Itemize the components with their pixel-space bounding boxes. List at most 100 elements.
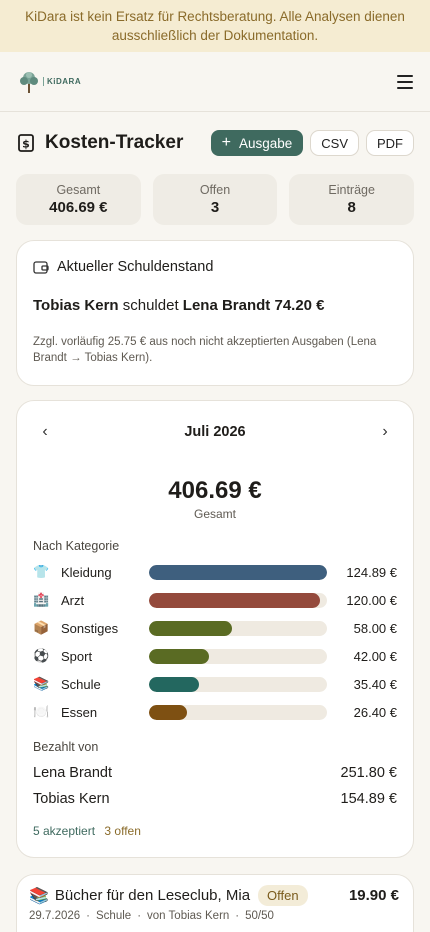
category-amount: 42.00 € (353, 648, 397, 664)
category-icon: 👕 (33, 564, 50, 579)
category-label: Kleidung (61, 564, 112, 580)
accepted-count[interactable]: 5 akzeptiert (33, 824, 95, 838)
disclaimer-banner: KiDara ist kein Ersatz für Rechtsberatun… (0, 0, 430, 52)
category-bar (149, 676, 200, 692)
entry-date: 29.7.2026 (29, 910, 81, 922)
category-row: 🏥 Arzt 120.00 € (33, 586, 397, 614)
bar-track (149, 676, 327, 692)
wallet-icon (33, 261, 49, 274)
payer-name: Tobias Kern (33, 791, 110, 807)
top-bar: KiDARA (0, 52, 430, 112)
bar-track (149, 592, 327, 608)
entry-title: Bücher für den Leseclub, Mia (54, 887, 251, 904)
payer-name: Lena Brandt (33, 765, 113, 781)
stat-value: 406.69 € (49, 199, 108, 216)
stat-value: 3 (210, 199, 220, 216)
monthly-summary-card: ‹ Juli 2026 › 406.69 € Gesamt Nach Kateg… (16, 400, 414, 858)
category-row: 🍽️ Essen 26.40 € (33, 698, 397, 726)
debtor-name: Tobias Kern (33, 297, 119, 314)
svg-text:$: $ (22, 138, 30, 151)
open-count[interactable]: 3 offen (104, 824, 140, 838)
csv-export-button[interactable]: CSV (310, 130, 359, 156)
category-label: Schule (61, 676, 101, 692)
category-icon: 🍽️ (33, 704, 50, 719)
category-heading: Nach Kategorie (33, 539, 120, 553)
stat-value: 8 (347, 199, 356, 216)
entry-payer: von Tobias Kern (147, 910, 230, 922)
category-bar (149, 620, 232, 636)
entry-meta: 29.7.2026 · Schule · von Tobias Kern · 50/50 (29, 910, 274, 922)
category-icon: ⚽ (33, 648, 50, 663)
debt-status-card: Aktueller Schuldenstand Tobias Kern schu… (16, 240, 414, 386)
tree-logo-icon (20, 71, 38, 93)
stat-label: Einträge (328, 183, 375, 197)
stat-total: Gesamt 406.69 € (16, 174, 141, 225)
debt-summary: Tobias Kern schuldet Lena Brandt 74.20 € (33, 297, 397, 314)
creditor-amount: Lena Brandt 74.20 € (182, 297, 325, 314)
category-label: Sport (61, 648, 93, 664)
month-total: 406.69 € Gesamt (33, 477, 397, 521)
page-title: Kosten-Tracker (45, 132, 184, 153)
add-expense-label: Ausgabe (238, 135, 293, 151)
bar-track (149, 564, 327, 580)
category-row: 📦 Sonstiges 58.00 € (33, 614, 397, 642)
disclaimer-text: KiDara ist kein Ersatz für Rechtsberatun… (25, 9, 405, 43)
chevron-left-icon[interactable]: ‹ (35, 423, 55, 441)
summary-stats: Gesamt 406.69 € Offen 3 Einträge 8 (16, 174, 415, 225)
page-header: $ Kosten-Tracker + Ausgabe CSV PDF (16, 128, 414, 158)
category-row: 👕 Kleidung 124.89 € (33, 558, 397, 586)
category-row: 📚 Schule 35.40 € (33, 670, 397, 698)
receipt-dollar-icon: $ (18, 134, 34, 152)
category-amount: 35.40 € (353, 676, 397, 692)
bar-track (149, 620, 327, 636)
entry-category: Schule (96, 910, 132, 922)
category-bar-chart: 👕 Kleidung 124.89 € 🏥 Arzt 120.00 € 📦 Sonstiges… (33, 558, 397, 726)
status-badge: Offen (258, 885, 308, 906)
acceptance-status: 5 akzeptiert 3 offen (33, 824, 397, 838)
add-expense-button[interactable]: + Ausgabe (210, 130, 304, 156)
month-navigation: ‹ Juli 2026 › (33, 401, 397, 463)
paid-by-row: Lena Brandt 251.80 € (33, 760, 397, 786)
category-icon: 📦 (33, 620, 50, 635)
debt-verb: schuldet (122, 297, 179, 314)
month-total-label: Gesamt (193, 507, 236, 521)
paid-by-list: Lena Brandt 251.80 € Tobias Kern 154.89 … (33, 760, 397, 812)
category-bar (149, 564, 327, 580)
month-total-value: 406.69 € (168, 477, 262, 504)
stat-entries: Einträge 8 (289, 174, 415, 225)
category-label: Sonstiges (61, 620, 119, 636)
debt-heading: Aktueller Schuldenstand (57, 259, 214, 275)
category-amount: 124.89 € (346, 564, 397, 580)
paid-by-row: Tobias Kern 154.89 € (33, 786, 397, 812)
category-amount: 120.00 € (346, 592, 397, 608)
debt-heading-row: Aktueller Schuldenstand (33, 259, 397, 275)
stat-label: Gesamt (56, 183, 101, 197)
category-bar (149, 592, 321, 608)
entry-header: 📚 Bücher für den Leseclub, Mia Offen 19.… (29, 885, 399, 906)
category-amount: 26.40 € (353, 704, 397, 720)
expense-entry-card[interactable]: 📚 Bücher für den Leseclub, Mia Offen 19.… (16, 874, 414, 932)
pdf-export-button[interactable]: PDF (366, 130, 414, 156)
category-label: Arzt (61, 592, 85, 608)
entry-amount: 19.90 € (348, 887, 399, 904)
bar-track (149, 648, 327, 664)
category-bar (149, 648, 209, 664)
chevron-right-icon[interactable]: › (375, 423, 395, 441)
category-icon: 🏥 (33, 592, 50, 607)
payer-amount: 251.80 € (340, 765, 397, 781)
category-label: Essen (61, 704, 98, 720)
entry-split: 50/50 (245, 910, 274, 922)
category-row: ⚽ Sport 42.00 € (33, 642, 397, 670)
plus-icon: + (221, 134, 231, 151)
app-logo[interactable]: KiDARA (18, 70, 81, 94)
payer-amount: 154.89 € (340, 791, 397, 807)
logo-wordmark: KiDARA (43, 77, 81, 86)
debt-note: Zzgl. vorläufig 25.75 € aus noch nicht a… (33, 336, 377, 364)
paid-by-heading: Bezahlt von (33, 740, 99, 754)
category-bar (149, 704, 187, 720)
books-icon: 📚 (29, 887, 49, 905)
bar-track (149, 704, 327, 720)
category-amount: 58.00 € (353, 620, 397, 636)
month-label: Juli 2026 (184, 424, 246, 440)
hamburger-menu-icon[interactable] (397, 74, 413, 89)
